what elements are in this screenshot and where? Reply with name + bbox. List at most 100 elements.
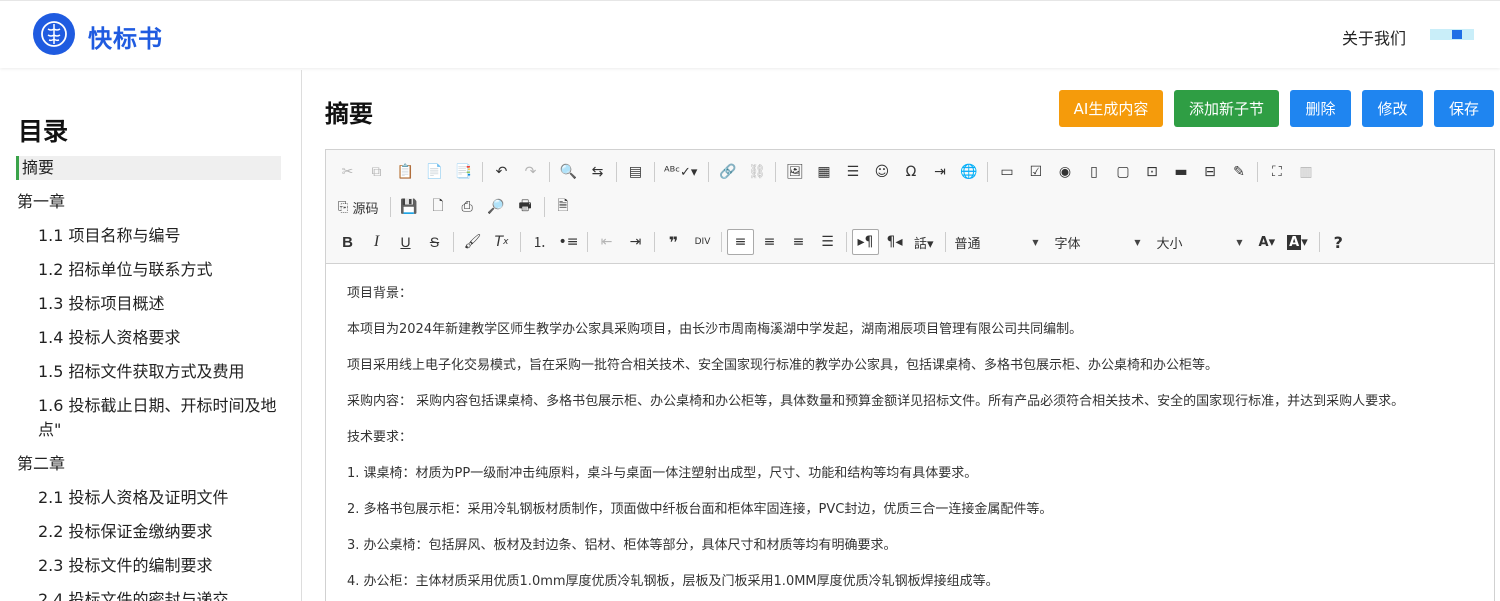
bold-icon[interactable]: B [334,229,361,255]
select-all-icon[interactable]: ▤ [622,159,649,185]
button-field-icon[interactable]: ▬ [1167,159,1194,185]
format-select[interactable]: 普通 ▼ [951,230,1043,254]
toc-item-2-1[interactable]: 2.1 投标人资格及证明文件 [0,486,301,510]
toolbar-separator [482,162,483,182]
align-right-icon[interactable]: ≡ [785,229,812,255]
content-paragraph: 本项目为2024年新建教学区师生教学办公家具采购项目，由长沙市周南梅溪湖中学发起… [347,322,1083,337]
language-icon[interactable]: 話▾ [910,229,940,255]
help-icon[interactable]: ? [1325,229,1352,255]
user-menu-widget[interactable] [1430,29,1474,40]
toc-item-1-2[interactable]: 1.2 招标单位与联系方式 [0,258,301,282]
toolbar-row-1: ✂ ⧉ 📋 📄 📑 ↶ ↷ 🔍 ⇆ ▤ ᴬᴮᶜ✓▾ 🔗 ⛓ 🖼 ▦ ☰ ☺ Ω … [334,158,1321,186]
toc-item-chapter-2[interactable]: 第二章 [0,452,301,476]
toolbar-separator [587,232,588,252]
toc-item-chapter-1[interactable]: 第一章 [0,190,301,214]
replace-icon[interactable]: ⇆ [584,159,611,185]
maximize-icon[interactable]: ⛶ [1263,159,1290,185]
italic-icon[interactable]: I [363,229,390,255]
toolbar-separator [654,232,655,252]
div-container-icon[interactable]: DIV [689,229,716,255]
text-color-icon[interactable]: A▾ [1255,229,1282,255]
text-direction-ltr-icon[interactable]: ▸¶ [852,229,879,255]
delete-button[interactable]: 删除 [1290,90,1351,127]
horizontal-line-icon[interactable]: ☰ [839,159,866,185]
hidden-field-icon[interactable]: ✎ [1225,159,1252,185]
spellcheck-icon[interactable]: ᴬᴮᶜ✓▾ [660,159,703,185]
new-page-icon[interactable]: 🗋 [425,194,452,220]
align-center-icon[interactable]: ≡ [756,229,783,255]
size-select[interactable]: 大小 ▼ [1153,230,1247,254]
copy-icon[interactable]: ⧉ [363,159,390,185]
toolbar-separator [453,232,454,252]
preview-icon[interactable]: 🔎 [483,194,510,220]
brain-logo-icon[interactable] [33,13,75,55]
textfield-icon[interactable]: ▯ [1080,159,1107,185]
page-break-icon[interactable]: ⇥ [926,159,953,185]
source-label: 源码 [352,201,379,217]
undo-icon[interactable]: ↶ [488,159,515,185]
toolbar-separator [616,162,617,182]
unlink-icon[interactable]: ⛓ [743,159,770,185]
checkbox-icon[interactable]: ☑ [1022,159,1049,185]
remove-format-icon[interactable]: Tx [488,229,515,255]
about-us-link[interactable]: 关于我们 [1342,25,1406,49]
font-select[interactable]: 字体 ▼ [1051,230,1145,254]
bulleted-list-icon[interactable]: •≡ [555,229,582,255]
toc-item-summary[interactable]: 摘要 [16,156,281,180]
cut-icon[interactable]: ✂ [334,159,361,185]
content-paragraph: 技术要求： [347,430,413,445]
form-icon[interactable]: ▭ [993,159,1020,185]
toc-item-2-4[interactable]: 2.4 投标文件的密封与递交 [0,588,301,601]
text-direction-rtl-icon[interactable]: ¶◂ [881,229,908,255]
toc-item-1-6[interactable]: 1.6 投标截止日期、开标时间及地点" [0,394,301,442]
export-pdf-icon[interactable]: ⎙ [454,194,481,220]
textarea-icon[interactable]: ▢ [1109,159,1136,185]
select-field-icon[interactable]: ⊡ [1138,159,1165,185]
toc-list: 摘要 第一章 1.1 项目名称与编号 1.2 招标单位与联系方式 1.3 投标项… [0,156,301,601]
paste-text-icon[interactable]: 📄 [421,159,448,185]
content-paragraph: 4. 办公柜：主体材质采用优质1.0mm厚度优质冷轧钢板，层板及门板采用1.0M… [347,574,999,589]
link-icon[interactable]: 🔗 [714,159,741,185]
indent-icon[interactable]: ⇥ [622,229,649,255]
smiley-icon[interactable]: ☺ [868,159,895,185]
numbered-list-icon[interactable]: ⒈ [526,229,553,255]
toc-item-1-4[interactable]: 1.4 投标人资格要求 [0,326,301,350]
paste-word-icon[interactable]: 📑 [450,159,477,185]
outdent-icon[interactable]: ⇤ [593,229,620,255]
toc-item-2-3[interactable]: 2.3 投标文件的编制要求 [0,554,301,578]
ai-generate-button[interactable]: AI生成内容 [1059,90,1163,127]
strikethrough-icon[interactable]: S [421,229,448,255]
edit-button[interactable]: 修改 [1362,90,1423,127]
toc-item-1-3[interactable]: 1.3 投标项目概述 [0,292,301,316]
radio-icon[interactable]: ◉ [1051,159,1078,185]
print-icon[interactable]: 🖶 [512,194,539,220]
image-icon[interactable]: 🖼 [781,159,808,185]
copy-format-icon[interactable]: 🖌 [459,229,486,255]
background-color-icon[interactable]: A ▾ [1283,229,1314,255]
special-char-icon[interactable]: Ω [897,159,924,185]
editor-content[interactable]: 项目背景： 本项目为2024年新建教学区师生教学办公家具采购项目，由长沙市周南梅… [347,276,1487,600]
iframe-icon[interactable]: 🌐 [955,159,982,185]
image-button-icon[interactable]: ⊟ [1196,159,1223,185]
toolbar-separator [549,162,550,182]
chevron-down-icon: ▼ [1032,237,1039,247]
save-button[interactable]: 保存 [1434,90,1494,127]
align-left-icon[interactable]: ≡ [727,229,754,255]
paste-icon[interactable]: 📋 [392,159,419,185]
redo-icon[interactable]: ↷ [517,159,544,185]
underline-icon[interactable]: U [392,229,419,255]
blockquote-icon[interactable]: ❞ [660,229,687,255]
toc-item-2-2[interactable]: 2.2 投标保证金缴纳要求 [0,520,301,544]
save-doc-icon[interactable]: 💾 [396,194,423,220]
templates-icon[interactable]: 🗎 [550,194,577,220]
show-blocks-icon[interactable]: ▥ [1292,159,1319,185]
toc-item-1-5[interactable]: 1.5 招标文件获取方式及费用 [0,360,301,384]
source-button[interactable]: ⎘ 源码 [334,194,385,220]
find-icon[interactable]: 🔍 [555,159,582,185]
align-justify-icon[interactable]: ☰ [814,229,841,255]
toolbar-row-3: B I U S 🖌 Tx ⒈ •≡ ⇤ ⇥ ❞ DIV ≡ ≡ ≡ ☰ ▸¶ ¶… [334,228,1354,256]
add-subsection-button[interactable]: 添加新子节 [1174,90,1279,127]
app-logo-text[interactable]: 快标书 [88,19,163,54]
toc-item-1-1[interactable]: 1.1 项目名称与编号 [0,224,301,248]
table-icon[interactable]: ▦ [810,159,837,185]
